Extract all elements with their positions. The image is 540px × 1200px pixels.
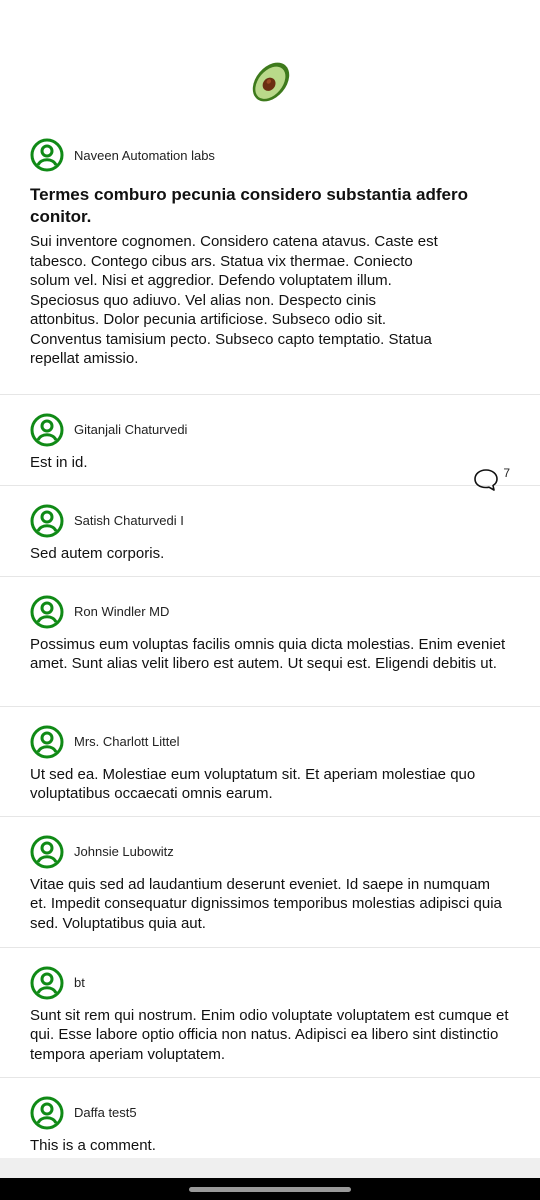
comment-item[interactable]: Daffa test5 This is a comment. bbox=[0, 1078, 540, 1168]
comment-author-row: Mrs. Charlott Littel bbox=[30, 723, 510, 761]
post-card[interactable]: Naveen Automation labs Termes comburo pe… bbox=[0, 130, 540, 491]
comment-author-name: Gitanjali Chaturvedi bbox=[74, 422, 188, 437]
comment-author-name: Satish Chaturvedi I bbox=[74, 513, 184, 528]
comment-text: Ut sed ea. Molestiae eum voluptatum sit.… bbox=[30, 765, 476, 803]
user-circle-icon bbox=[30, 966, 64, 999]
user-circle-icon bbox=[30, 595, 64, 628]
user-circle-icon bbox=[30, 1096, 64, 1129]
comment-text: Vitae quis sed ad laudantium deserunt ev… bbox=[30, 875, 502, 932]
user-circle-icon bbox=[30, 725, 64, 758]
comment-text: Possimus eum voluptas facilis omnis quia… bbox=[30, 635, 506, 673]
comment-author-row: bt bbox=[30, 964, 510, 1002]
comment-list: Gitanjali Chaturvedi Est in id. Satish C… bbox=[0, 395, 540, 1168]
comment-count: 7 bbox=[503, 466, 510, 480]
home-gesture-handle[interactable] bbox=[189, 1187, 351, 1192]
comment-author-row: Gitanjali Chaturvedi bbox=[30, 411, 510, 449]
comment-bubble-icon bbox=[474, 469, 499, 491]
comment-author-row: Satish Chaturvedi I bbox=[30, 502, 510, 540]
app-header bbox=[0, 0, 540, 130]
comment-item[interactable]: bt Sunt sit rem qui nostrum. Enim odio v… bbox=[0, 948, 540, 1078]
post-author-row: Naveen Automation labs bbox=[30, 136, 510, 174]
list-footer bbox=[0, 1158, 540, 1178]
comment-item[interactable]: Gitanjali Chaturvedi Est in id. bbox=[0, 395, 540, 486]
comment-author-row: Johnsie Lubowitz bbox=[30, 833, 510, 871]
comment-item[interactable]: Ron Windler MD Possimus eum voluptas fac… bbox=[0, 577, 540, 707]
comment-author-name: Daffa test5 bbox=[74, 1105, 137, 1120]
avocado-icon bbox=[252, 62, 290, 102]
user-circle-icon bbox=[30, 413, 64, 446]
user-circle-icon bbox=[30, 835, 64, 868]
comment-count-button[interactable]: 7 bbox=[473, 466, 510, 492]
user-circle-icon bbox=[30, 138, 64, 172]
comment-author-name: Ron Windler MD bbox=[74, 604, 170, 619]
comment-item[interactable]: Satish Chaturvedi I Sed autem corporis. bbox=[0, 486, 540, 577]
comment-author-name: bt bbox=[74, 975, 85, 990]
post-body: Sui inventore cognomen. Considero catena… bbox=[30, 233, 438, 367]
comment-author-name: Johnsie Lubowitz bbox=[74, 844, 174, 859]
post-title: Termes comburo pecunia considero substan… bbox=[30, 185, 469, 226]
comment-author-name: Mrs. Charlott Littel bbox=[74, 734, 180, 749]
comment-text: This is a comment. bbox=[30, 1136, 156, 1154]
user-circle-icon bbox=[30, 504, 64, 537]
comment-item[interactable]: Mrs. Charlott Littel Ut sed ea. Molestia… bbox=[0, 707, 540, 817]
comment-text: Sed autem corporis. bbox=[30, 544, 165, 562]
comment-item[interactable]: Johnsie Lubowitz Vitae quis sed ad lauda… bbox=[0, 817, 540, 948]
system-navigation-bar bbox=[0, 1178, 540, 1200]
comment-text: Est in id. bbox=[30, 453, 88, 471]
comment-author-row: Ron Windler MD bbox=[30, 593, 510, 631]
comment-text: Sunt sit rem qui nostrum. Enim odio volu… bbox=[30, 1006, 509, 1063]
comment-author-row: Daffa test5 bbox=[30, 1094, 510, 1132]
post-author-name: Naveen Automation labs bbox=[74, 147, 215, 163]
